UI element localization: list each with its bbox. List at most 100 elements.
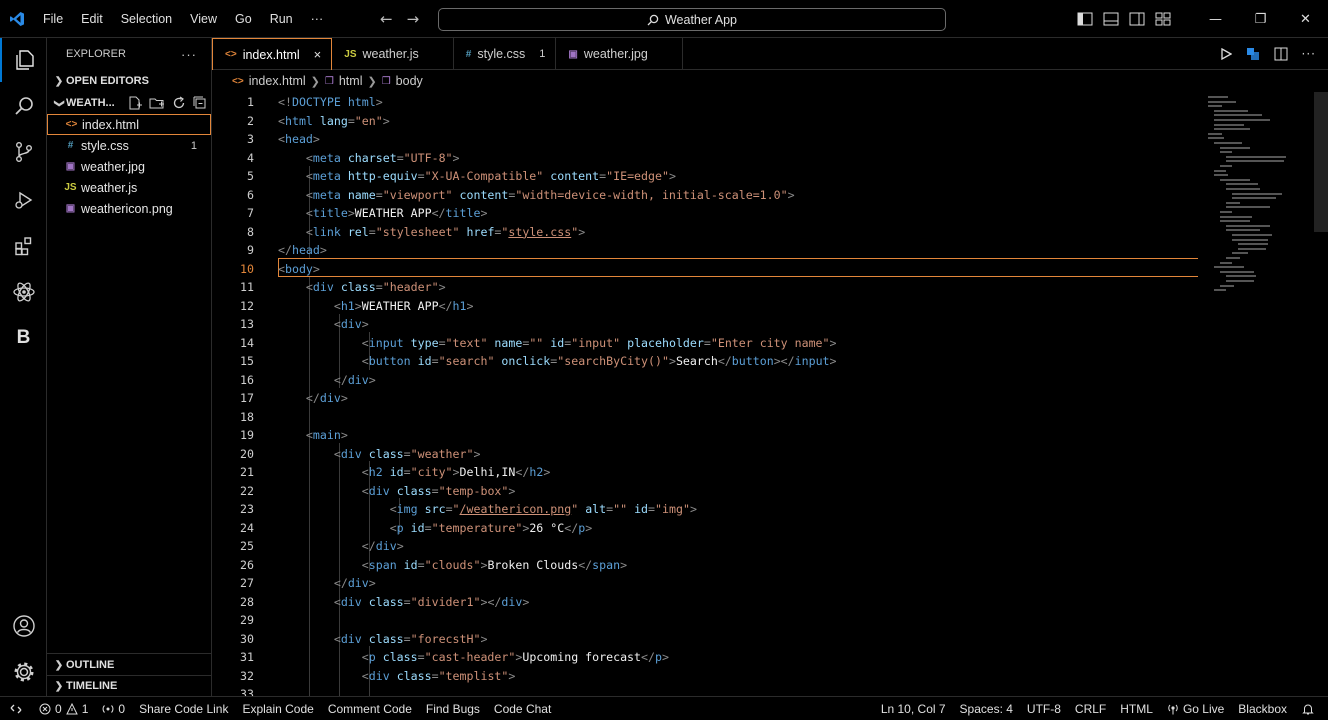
code-editor[interactable]: 1 <!DOCTYPE html> 2 <html lang="en"> 3 <head>… (212, 92, 1328, 696)
menu-item-2[interactable]: Selection (112, 0, 181, 38)
code-line: 14 <input type="text" name="" id="input"… (212, 334, 1202, 353)
blackbox-icon[interactable]: B (0, 316, 47, 360)
collapse-all-icon[interactable] (193, 96, 207, 110)
remote-indicator[interactable] (0, 697, 32, 720)
new-file-icon[interactable] (128, 96, 142, 110)
new-folder-icon[interactable] (149, 96, 165, 110)
line-number: 25 (240, 539, 254, 553)
menu-bar: File Edit Selection View Go Run ··· (34, 0, 332, 38)
explorer-icon[interactable] (0, 38, 47, 82)
file-type-icon: ▣ (65, 161, 76, 172)
menu-item-0[interactable]: File (34, 0, 72, 38)
file-item[interactable]: ▣ weather.jpg (47, 156, 211, 177)
code-text: <div class="temp-box"> (361, 483, 516, 498)
tab-2[interactable]: # style.css 1 (454, 38, 557, 70)
file-item[interactable]: # style.css 1 (47, 135, 211, 156)
workspace-folder-row[interactable]: ❯ WEATH... (47, 92, 211, 114)
close-button[interactable]: ✕ (1283, 0, 1328, 38)
line-number: 6 (247, 187, 254, 202)
code-text: <link rel="stylesheet" href="style.css"> (305, 224, 586, 239)
settings-gear-icon[interactable] (0, 650, 47, 694)
code-line: 29 (212, 611, 1202, 630)
minimap-line (1208, 137, 1224, 140)
minimize-button[interactable]: — (1193, 0, 1238, 38)
timeline-section[interactable]: ❯ TIMELINE (47, 675, 212, 697)
code-line: 9 </head> (212, 241, 1202, 260)
blackbox-code-icon[interactable] (1246, 47, 1260, 61)
minimap-line (1208, 132, 1222, 135)
menu-item-1[interactable]: Edit (72, 0, 112, 38)
encoding[interactable]: UTF-8 (1020, 697, 1068, 720)
minimap-line (1238, 247, 1266, 250)
customize-layout-icon[interactable] (1155, 12, 1171, 26)
notifications-bell-icon[interactable] (1294, 697, 1328, 720)
tab-3[interactable]: ▣ weather.jpg (556, 38, 683, 70)
status-item-4[interactable]: Code Chat (487, 697, 558, 720)
split-editor-icon[interactable] (1274, 47, 1288, 61)
search-icon[interactable] (0, 84, 47, 128)
code-text: <p class="cast-header">Upcoming forecast… (361, 650, 669, 664)
account-icon[interactable] (0, 604, 47, 648)
open-editors-label: OPEN EDITORS (66, 75, 149, 87)
tab-1[interactable]: JS weather.js (332, 38, 454, 70)
file-item[interactable]: ▣ weathericon.png (47, 198, 211, 219)
status-item-2[interactable]: Comment Code (321, 697, 419, 720)
indentation[interactable]: Spaces: 4 (953, 697, 1020, 720)
tab-more-actions-icon[interactable]: ··· (1302, 47, 1316, 61)
menu-item-6[interactable]: ··· (302, 0, 333, 38)
minimap-line (1214, 266, 1244, 269)
back-arrow-icon[interactable]: ← (380, 10, 393, 28)
more-actions-icon[interactable]: ··· (181, 47, 197, 62)
breadcrumb-body[interactable]: body (396, 74, 423, 88)
breadcrumb: <> index.html ❯ ❒ html ❯ ❒ body (212, 70, 423, 92)
line-number: 13 (240, 317, 254, 331)
tab-close-icon[interactable]: × (314, 47, 322, 62)
file-name: weather.jpg (81, 159, 145, 174)
minimap-line (1232, 252, 1248, 255)
open-editors-section[interactable]: ❯ OPEN EDITORS (47, 70, 211, 92)
tab-file-icon: # (465, 48, 472, 60)
line-number: 11 (240, 280, 254, 294)
source-control-icon[interactable] (0, 130, 47, 174)
run-code-icon[interactable] (1220, 48, 1232, 60)
tab-0[interactable]: <> index.html × (212, 38, 333, 70)
menu-item-4[interactable]: Go (226, 0, 261, 38)
status-item-1[interactable]: Explain Code (235, 697, 320, 720)
react-icon[interactable] (0, 270, 47, 314)
run-and-debug-icon[interactable] (0, 178, 47, 222)
end-of-line[interactable]: CRLF (1068, 697, 1113, 720)
ports-count: 0 (118, 701, 126, 716)
status-item-3[interactable]: Find Bugs (419, 697, 487, 720)
problems-indicator[interactable]: 0 1 (32, 697, 95, 720)
toggle-secondary-sidebar-icon[interactable] (1129, 12, 1145, 26)
file-name: weathericon.png (81, 201, 173, 216)
outline-section[interactable]: ❯ OUTLINE (47, 654, 212, 676)
status-item-0[interactable]: Share Code Link (132, 697, 235, 720)
toggle-panel-icon[interactable] (1103, 12, 1119, 26)
language-mode[interactable]: HTML (1113, 697, 1160, 720)
breadcrumb-html[interactable]: html (339, 74, 363, 88)
toggle-primary-sidebar-icon[interactable] (1077, 12, 1093, 26)
code-line: 33 (212, 685, 1202, 696)
breadcrumb-file[interactable]: index.html (249, 74, 306, 88)
forward-arrow-icon[interactable]: → (407, 10, 420, 28)
search-icon (647, 14, 659, 25)
cursor-position[interactable]: Ln 10, Col 7 (874, 697, 953, 720)
extensions-icon[interactable] (0, 224, 47, 268)
line-number: 27 (240, 576, 254, 590)
file-item[interactable]: <> index.html (47, 114, 211, 135)
go-live-button[interactable]: Go Live (1160, 697, 1231, 720)
command-center-search[interactable]: Weather App (438, 8, 946, 31)
blackbox-status[interactable]: Blackbox (1231, 697, 1294, 720)
code-line: 30 <div class="forecstH"> (212, 630, 1202, 649)
restore-button[interactable]: ❐ (1238, 0, 1283, 38)
minimap[interactable] (1204, 92, 1314, 307)
vertical-scrollbar[interactable] (1314, 92, 1328, 232)
menu-item-5[interactable]: Run (261, 0, 302, 38)
refresh-icon[interactable] (172, 96, 186, 110)
ports-indicator[interactable]: 0 (95, 697, 132, 720)
menu-item-3[interactable]: View (181, 0, 226, 38)
file-item[interactable]: JS weather.js (47, 177, 211, 198)
chevron-right-icon: ❯ (367, 75, 377, 88)
tab-label: style.css (477, 47, 526, 61)
